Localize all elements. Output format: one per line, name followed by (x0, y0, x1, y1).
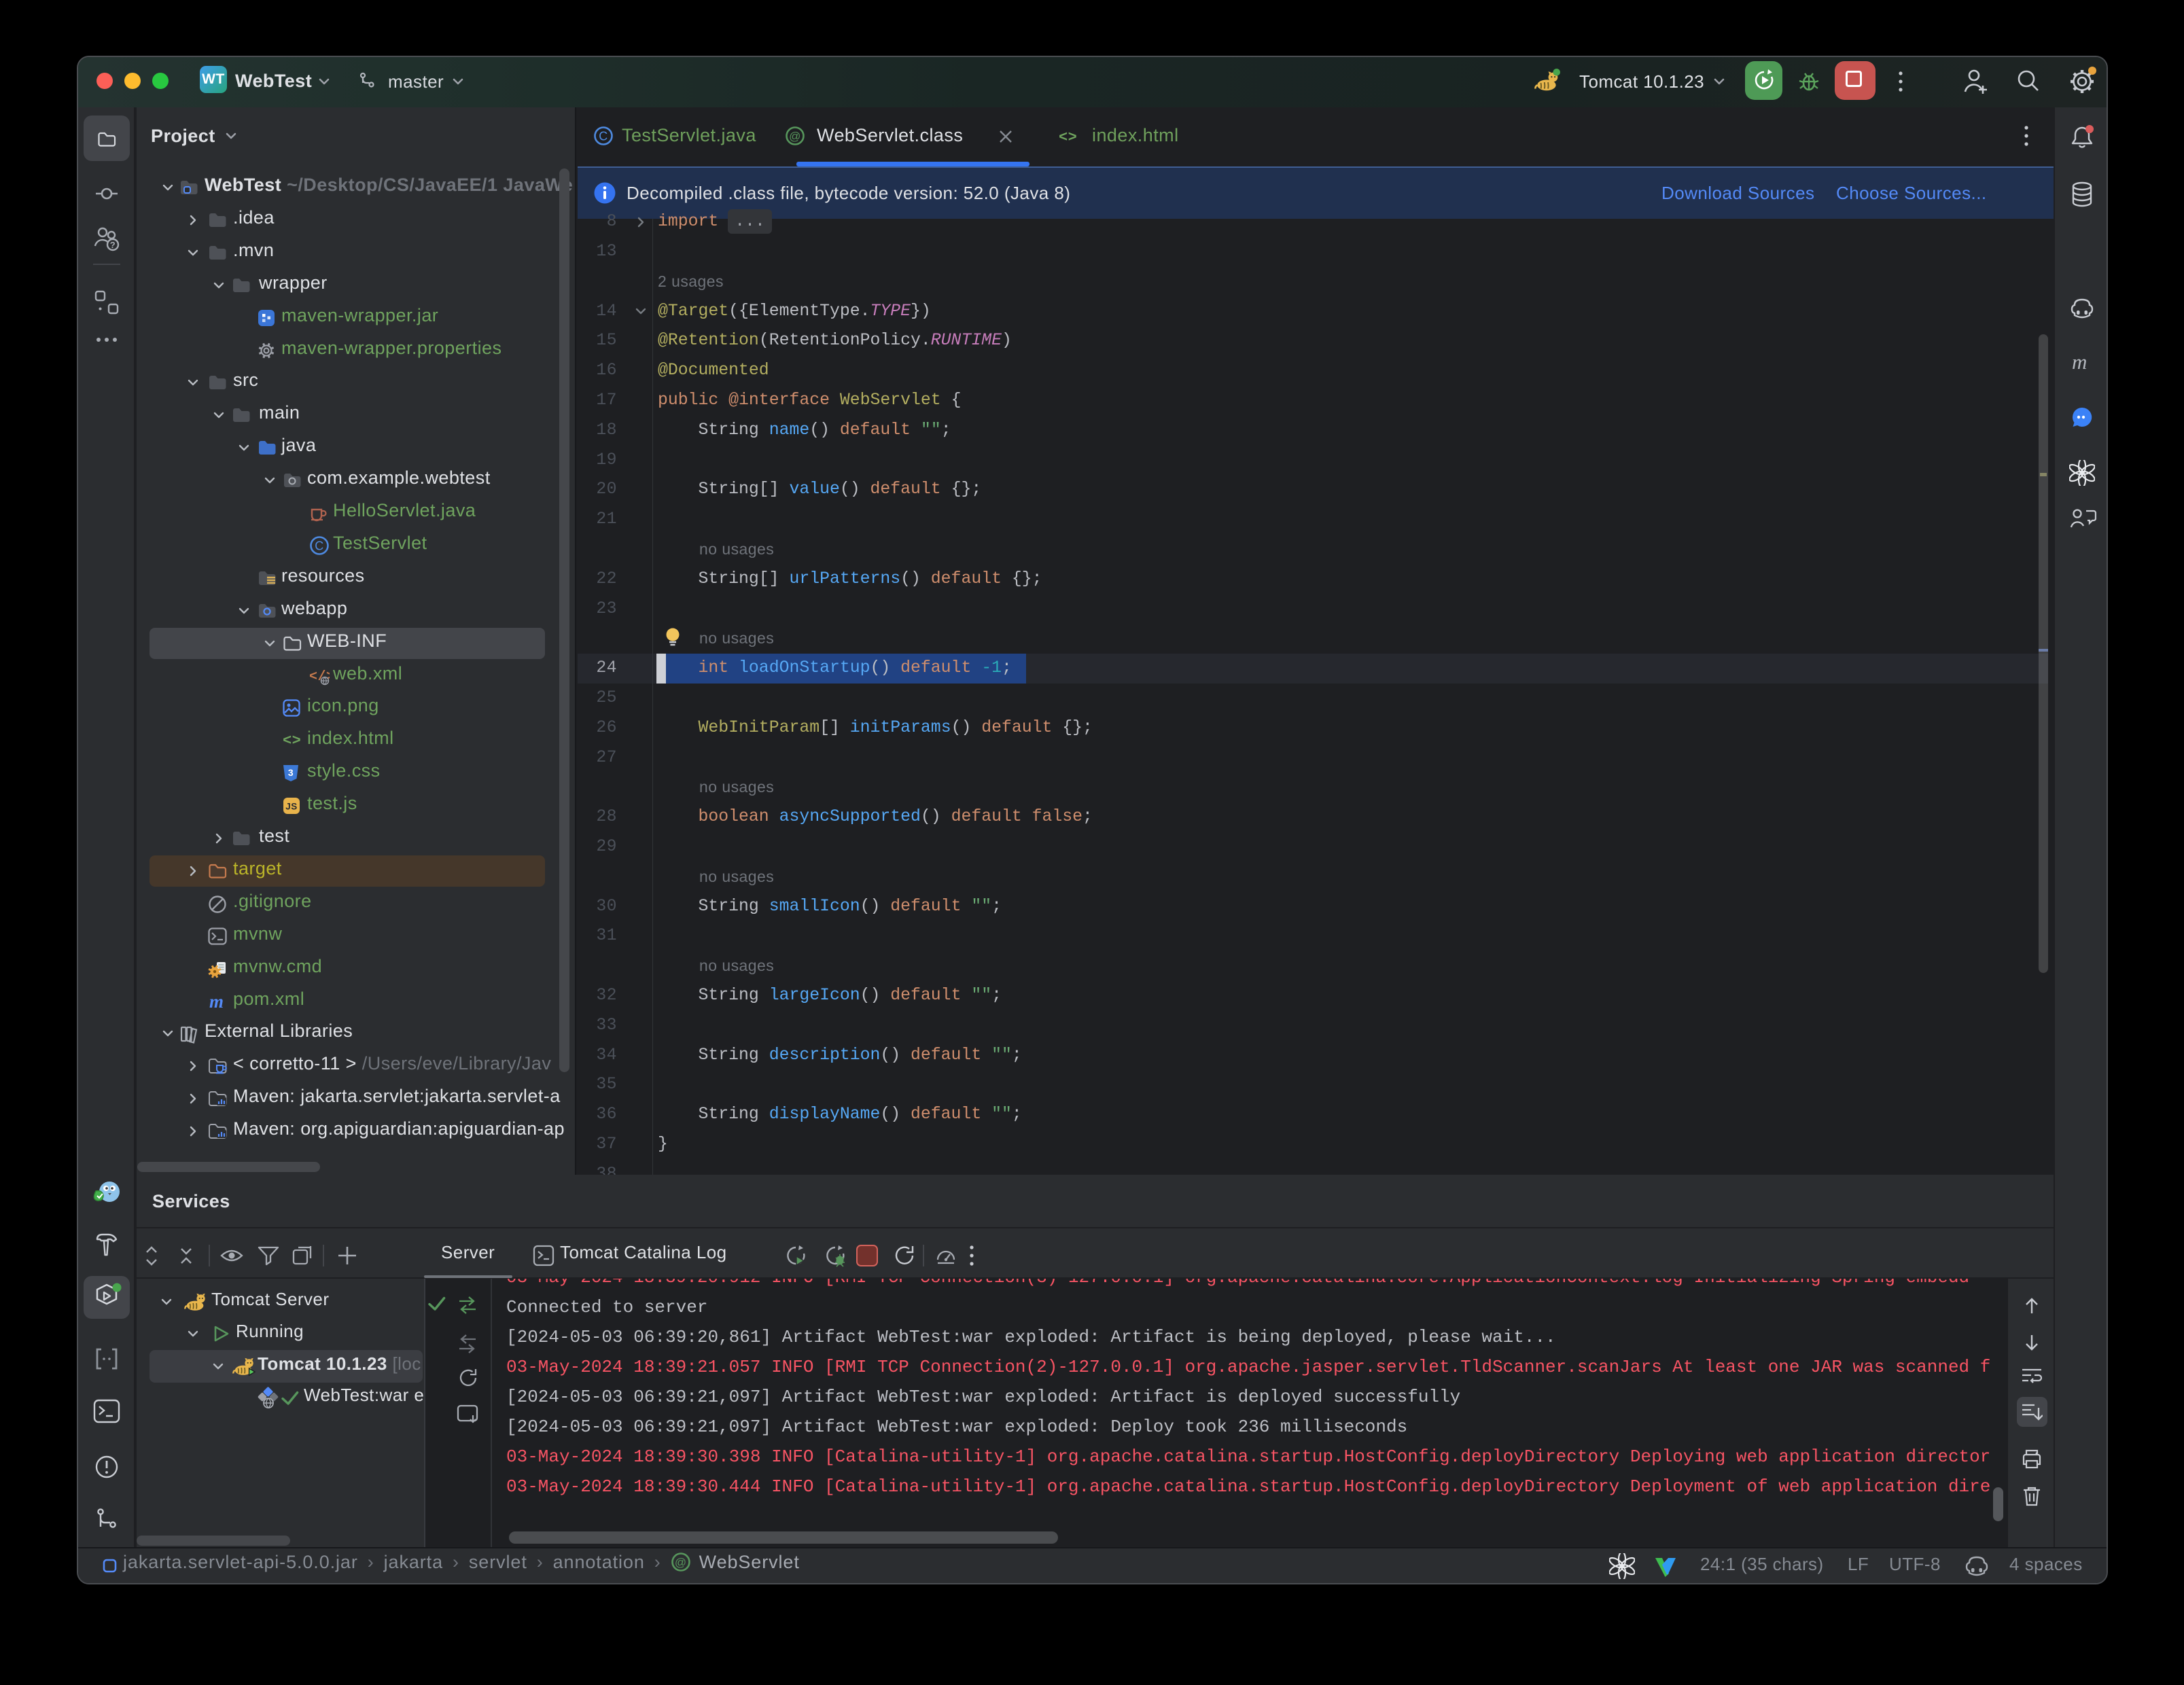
svg-text:<>: <> (1059, 129, 1077, 145)
svg-text:@: @ (789, 130, 801, 143)
svg-text:C: C (315, 539, 323, 552)
svg-text:@: @ (675, 1556, 687, 1569)
svg-text:m: m (209, 993, 224, 1012)
svg-text:JS: JS (285, 802, 297, 812)
svg-text:3: 3 (288, 767, 294, 778)
svg-text:m: m (2072, 352, 2088, 374)
svg-text:?: ? (110, 240, 116, 250)
svg-text:C: C (599, 130, 607, 143)
svg-text:<>: <> (283, 732, 301, 749)
